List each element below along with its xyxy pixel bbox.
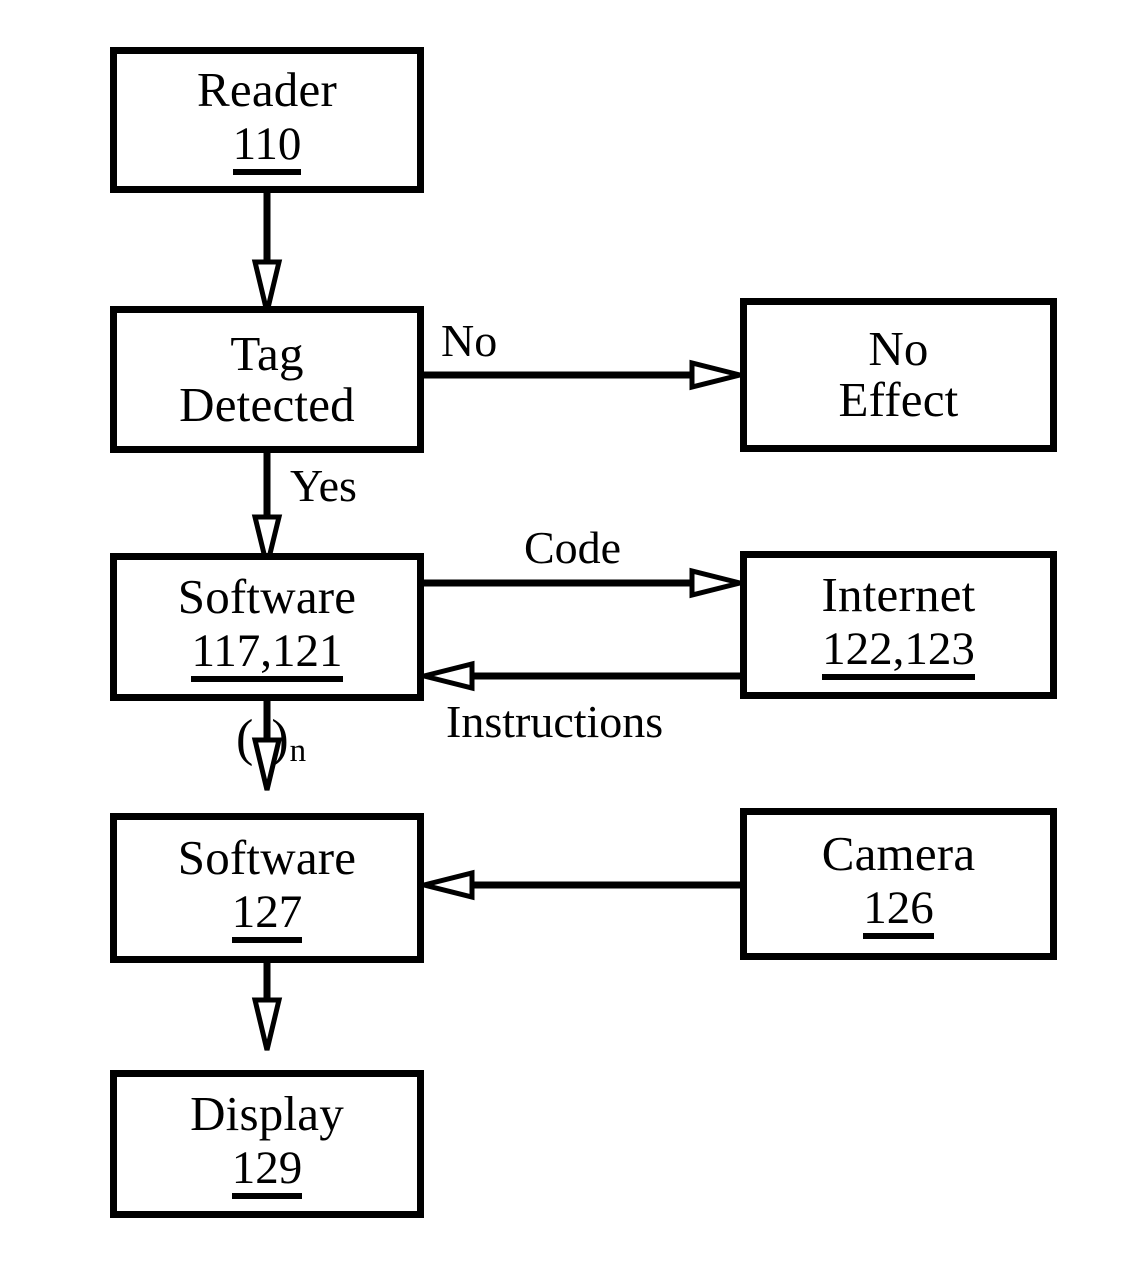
edge-label-code: Code [524, 522, 622, 573]
node-display-129[interactable]: Display 129 [110, 1070, 424, 1218]
node-software-117-121[interactable]: Software 117,121 [110, 553, 424, 701]
loop-close-paren: ) [271, 710, 289, 767]
node-software-127-reference: 127 [231, 888, 303, 943]
node-tag-detected-title-line1: Tag [230, 325, 304, 381]
node-no-effect-title-line1: No [868, 321, 929, 377]
loop-open-paren: ( [236, 710, 254, 767]
node-camera-126-title: Camera [821, 826, 976, 882]
edge-label-loop-iteration: ()n [236, 713, 306, 768]
edge-reader-to-tag [251, 192, 283, 313]
node-reader-title: Reader [197, 62, 337, 118]
edge-camera-to-software2 [423, 869, 740, 901]
patent-flowchart-figure: Reader 110 Tag Detected Software 117,121… [0, 0, 1143, 1269]
node-camera-126-reference: 126 [863, 884, 934, 939]
node-display-129-title: Display [190, 1086, 344, 1142]
node-internet-122-123-reference: 122,123 [822, 625, 975, 680]
edge-label-yes: Yes [290, 460, 357, 511]
node-internet-122-123[interactable]: Internet 122,123 [740, 551, 1057, 699]
node-tag-detected-title-line2: Detected [179, 376, 355, 432]
loop-subscript-n: n [289, 732, 307, 769]
node-tag-detected[interactable]: Tag Detected [110, 306, 424, 453]
edge-tag-to-software1 [251, 452, 283, 567]
edge-software1-to-internet [424, 567, 741, 599]
node-internet-122-123-title: Internet [821, 567, 976, 623]
node-camera-126[interactable]: Camera 126 [740, 808, 1057, 960]
node-reader[interactable]: Reader 110 [110, 47, 424, 193]
node-display-129-reference: 129 [231, 1144, 303, 1199]
node-software-127-title: Software [177, 830, 357, 886]
node-software-127[interactable]: Software 127 [110, 813, 424, 963]
edge-software2-to-display [251, 962, 283, 1051]
edge-tag-to-noeffect [424, 359, 741, 391]
node-software-117-121-reference: 117,121 [191, 627, 343, 682]
edge-label-no: No [441, 315, 498, 366]
node-no-effect-title-line2: Effect [838, 372, 959, 427]
node-no-effect[interactable]: No Effect [740, 298, 1057, 452]
edge-internet-to-software1 [423, 660, 740, 692]
edge-label-instructions: Instructions [446, 696, 664, 747]
node-reader-reference: 110 [232, 120, 302, 175]
node-software-117-121-title: Software [177, 569, 357, 625]
